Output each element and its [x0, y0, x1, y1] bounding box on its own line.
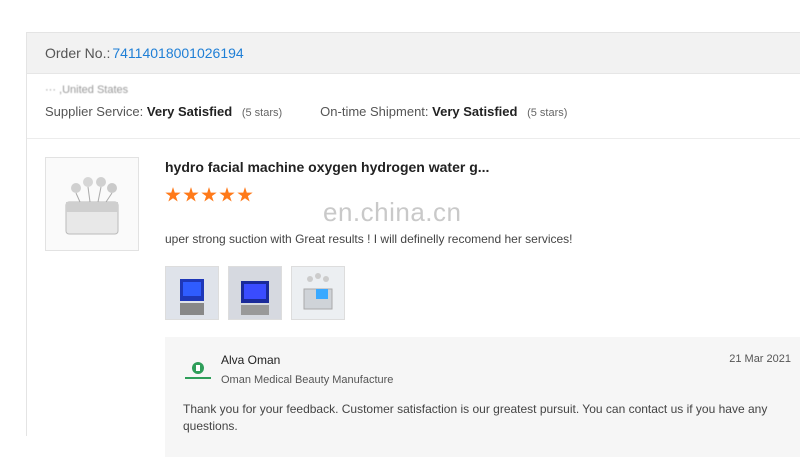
reply-author: Alva Oman — [221, 353, 281, 367]
review-photo[interactable] — [165, 266, 219, 320]
supplier-stars-text: (5 stars) — [241, 107, 283, 119]
star-rating — [165, 187, 255, 203]
ratings-row: Supplier Service: Very Satisfied (5 star… — [45, 104, 783, 119]
order-number-link[interactable]: 74114018001026194 — [112, 45, 243, 61]
product-title-link[interactable]: hydro facial machine oxygen hydrogen wat… — [165, 159, 489, 175]
star-icon — [183, 187, 199, 202]
photo-image — [229, 267, 281, 319]
product-review: hydro facial machine oxygen hydrogen wat… — [27, 139, 800, 457]
review-text: uper strong suction with Great results !… — [165, 232, 573, 246]
photo-image — [166, 267, 218, 319]
review-photos — [165, 266, 354, 320]
star-icon — [165, 187, 181, 202]
shipment-rating: On-time Shipment: Very Satisfied (5 star… — [320, 104, 567, 119]
buyer-location: ··· ,United States — [45, 84, 129, 96]
order-label: Order No.: — [45, 45, 111, 61]
shipment-value: Very Satisfied — [432, 104, 518, 119]
star-icon — [219, 187, 235, 202]
machine-image — [65, 177, 119, 235]
star-icon — [201, 187, 217, 202]
order-bar: Order No.: 74114018001026194 — [27, 33, 800, 74]
supplier-reply: Alva Oman Oman Medical Beauty Manufactur… — [165, 337, 800, 457]
star-icon — [237, 187, 253, 202]
review-meta: ··· ,United States Supplier Service: Ver… — [27, 74, 800, 139]
reply-date: 21 Mar 2021 — [729, 353, 791, 365]
supplier-label: Supplier Service: — [45, 104, 144, 119]
watermark: en.china.cn — [323, 197, 462, 227]
company-logo-icon — [183, 359, 213, 383]
photo-image — [292, 267, 344, 319]
shipment-stars-text: (5 stars) — [527, 107, 568, 119]
reply-message: Thank you for your feedback. Customer sa… — [183, 402, 768, 433]
supplier-rating: Supplier Service: Very Satisfied (5 star… — [45, 104, 282, 119]
product-thumbnail[interactable] — [45, 157, 139, 251]
review-card: Order No.: 74114018001026194 ··· ,United… — [26, 32, 800, 457]
shipment-label: On-time Shipment: — [320, 104, 429, 119]
review-photo[interactable] — [228, 266, 282, 320]
supplier-value: Very Satisfied — [146, 104, 233, 119]
review-photo[interactable] — [291, 266, 345, 320]
reply-company: Oman Medical Beauty Manufacture — [221, 374, 394, 386]
